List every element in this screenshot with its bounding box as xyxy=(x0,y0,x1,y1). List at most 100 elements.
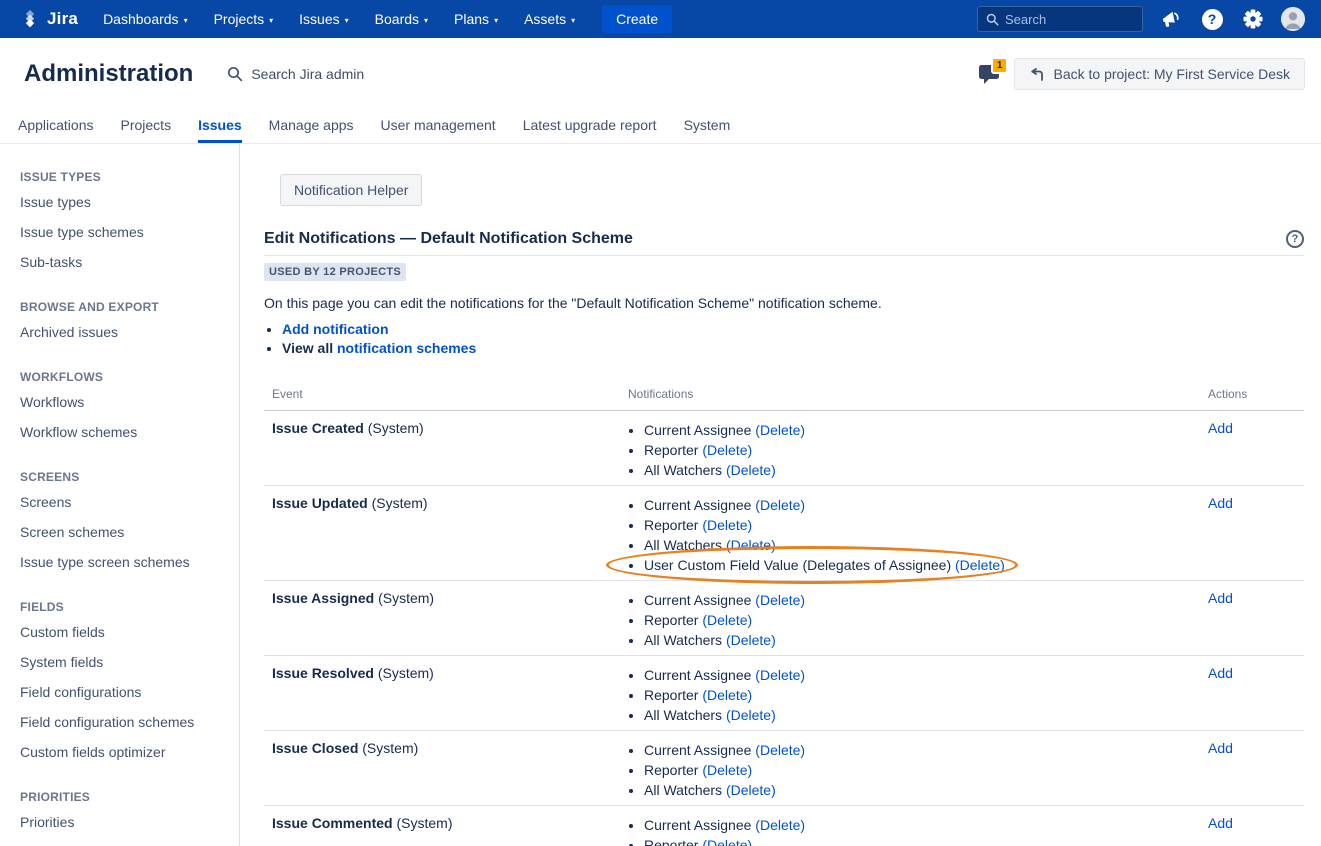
sidebar-item-issue-type-screen-schemes[interactable]: Issue type screen schemes xyxy=(20,547,227,577)
intro-links: Add notification View all notification s… xyxy=(264,320,1304,358)
sidebar-item-issue-types[interactable]: Issue types xyxy=(20,187,227,217)
back-to-project-button[interactable]: Back to project: My First Service Desk xyxy=(1014,58,1305,90)
delete-link[interactable]: (Delete) xyxy=(726,632,776,648)
tab-manage-apps[interactable]: Manage apps xyxy=(269,117,354,143)
delete-link[interactable]: (Delete) xyxy=(702,687,752,703)
admin-search[interactable] xyxy=(227,66,421,82)
feedback-bubble-icon[interactable]: 1 xyxy=(978,64,1000,85)
add-notification-action[interactable]: Add xyxy=(1208,740,1233,756)
sidebar-item-workflow-schemes[interactable]: Workflow schemes xyxy=(20,417,227,447)
navbar-right: ? xyxy=(977,6,1311,32)
tab-system[interactable]: System xyxy=(684,117,731,143)
back-button-label: Back to project: My First Service Desk xyxy=(1053,66,1290,82)
add-notification-action[interactable]: Add xyxy=(1208,815,1233,831)
person-icon xyxy=(1281,7,1305,31)
nav-item-label: Issues xyxy=(299,11,339,27)
sidebar-item-field-configurations[interactable]: Field configurations xyxy=(20,677,227,707)
sidebar-item-archived-issues[interactable]: Archived issues xyxy=(20,317,227,347)
tab-latest-upgrade-report[interactable]: Latest upgrade report xyxy=(523,117,657,143)
create-button[interactable]: Create xyxy=(602,5,672,33)
delete-link[interactable]: (Delete) xyxy=(726,537,776,553)
chevron-down-icon: ▾ xyxy=(494,14,498,25)
notification-item: All Watchers (Delete) xyxy=(644,705,1192,725)
delete-link[interactable]: (Delete) xyxy=(702,612,752,628)
tab-issues[interactable]: Issues xyxy=(198,117,242,143)
notification-item: Current Assignee (Delete) xyxy=(644,590,1192,610)
add-notification-action[interactable]: Add xyxy=(1208,495,1233,511)
sidebar-item-priorities[interactable]: Priorities xyxy=(20,807,227,837)
tab-applications[interactable]: Applications xyxy=(18,117,94,143)
sidebar-item-sub-tasks[interactable]: Sub-tasks xyxy=(20,247,227,277)
add-notification-link[interactable]: Add notification xyxy=(282,321,389,337)
admin-header: Administration 1 Back to project: My Fir… xyxy=(0,38,1321,110)
notification-item: Current Assignee (Delete) xyxy=(644,815,1192,835)
help-icon[interactable]: ? xyxy=(1199,6,1225,32)
chevron-down-icon: ▾ xyxy=(571,14,575,25)
notification-item: User Custom Field Value (Delegates of As… xyxy=(644,555,1192,575)
tab-user-management[interactable]: User management xyxy=(381,117,496,143)
event-type: (System) xyxy=(368,420,424,436)
sidebar-section-heading: WORKFLOWS xyxy=(20,370,227,384)
delete-link[interactable]: (Delete) xyxy=(726,462,776,478)
nav-item-issues[interactable]: Issues▾ xyxy=(286,0,361,38)
sidebar-item-custom-fields-optimizer[interactable]: Custom fields optimizer xyxy=(20,737,227,767)
table-row: Issue Commented (System)Current Assignee… xyxy=(264,806,1304,846)
page-heading-row: Edit Notifications — Default Notificatio… xyxy=(264,230,1304,256)
page-title: Administration xyxy=(24,60,193,88)
settings-gear-icon[interactable] xyxy=(1240,6,1266,32)
delete-link[interactable]: (Delete) xyxy=(702,837,752,846)
add-notification-action[interactable]: Add xyxy=(1208,590,1233,606)
delete-link[interactable]: (Delete) xyxy=(955,557,1005,573)
sidebar-item-system-fields[interactable]: System fields xyxy=(20,647,227,677)
nav-item-plans[interactable]: Plans ▾ xyxy=(441,0,511,38)
nav-item-label: Plans xyxy=(454,11,489,27)
nav-item-boards[interactable]: Boards▾ xyxy=(362,0,441,38)
user-avatar[interactable] xyxy=(1281,7,1305,31)
tab-projects[interactable]: Projects xyxy=(121,117,172,143)
add-notification-action[interactable]: Add xyxy=(1208,420,1233,436)
help-circle-icon[interactable]: ? xyxy=(1286,230,1304,248)
delete-link[interactable]: (Delete) xyxy=(755,422,805,438)
delete-link[interactable]: (Delete) xyxy=(755,742,805,758)
notification-item: Reporter (Delete) xyxy=(644,610,1192,630)
main-panel: Notification Helper Edit Notifications —… xyxy=(240,144,1321,846)
chevron-down-icon: ▾ xyxy=(184,14,188,25)
delete-link[interactable]: (Delete) xyxy=(702,517,752,533)
navbar-search-input[interactable] xyxy=(1005,12,1134,27)
jira-brand[interactable]: Jira xyxy=(12,9,90,29)
delete-link[interactable]: (Delete) xyxy=(755,592,805,608)
brand-label: Jira xyxy=(47,9,78,29)
notification-helper-button[interactable]: Notification Helper xyxy=(280,174,422,206)
table-row: Issue Updated (System)Current Assignee (… xyxy=(264,486,1304,581)
delete-link[interactable]: (Delete) xyxy=(755,667,805,683)
delete-link[interactable]: (Delete) xyxy=(726,707,776,723)
announcement-megaphone-icon[interactable] xyxy=(1158,6,1184,32)
sidebar-item-screen-schemes[interactable]: Screen schemes xyxy=(20,517,227,547)
table-row: Issue Resolved (System)Current Assignee … xyxy=(264,656,1304,731)
notifications-table-body: Issue Created (System)Current Assignee (… xyxy=(264,411,1304,846)
event-name: Issue Commented xyxy=(272,815,393,831)
table-row: Issue Closed (System)Current Assignee (D… xyxy=(264,731,1304,806)
delete-link[interactable]: (Delete) xyxy=(702,442,752,458)
sidebar-item-field-configuration-schemes[interactable]: Field configuration schemes xyxy=(20,707,227,737)
sidebar-item-custom-fields[interactable]: Custom fields xyxy=(20,617,227,647)
delete-link[interactable]: (Delete) xyxy=(755,497,805,513)
search-icon xyxy=(986,13,999,26)
sidebar-section-heading: ISSUE TYPES xyxy=(20,170,227,184)
sidebar-item-workflows[interactable]: Workflows xyxy=(20,387,227,417)
sidebar-item-issue-type-schemes[interactable]: Issue type schemes xyxy=(20,217,227,247)
delete-link[interactable]: (Delete) xyxy=(702,762,752,778)
add-notification-action[interactable]: Add xyxy=(1208,665,1233,681)
admin-search-input[interactable] xyxy=(251,66,421,82)
navbar-search[interactable] xyxy=(977,6,1143,32)
delete-link[interactable]: (Delete) xyxy=(726,782,776,798)
sidebar-item-screens[interactable]: Screens xyxy=(20,487,227,517)
table-header-row: Event Notifications Actions xyxy=(264,381,1304,411)
notification-schemes-link[interactable]: notification schemes xyxy=(337,340,476,356)
notification-item: Current Assignee (Delete) xyxy=(644,420,1192,440)
sidebar-section-heading: PRIORITIES xyxy=(20,790,227,804)
nav-item-dashboards[interactable]: Dashboards▾ xyxy=(90,0,201,38)
delete-link[interactable]: (Delete) xyxy=(755,817,805,833)
nav-item-assets[interactable]: Assets▾ xyxy=(511,0,588,38)
nav-item-projects[interactable]: Projects▾ xyxy=(201,0,287,38)
